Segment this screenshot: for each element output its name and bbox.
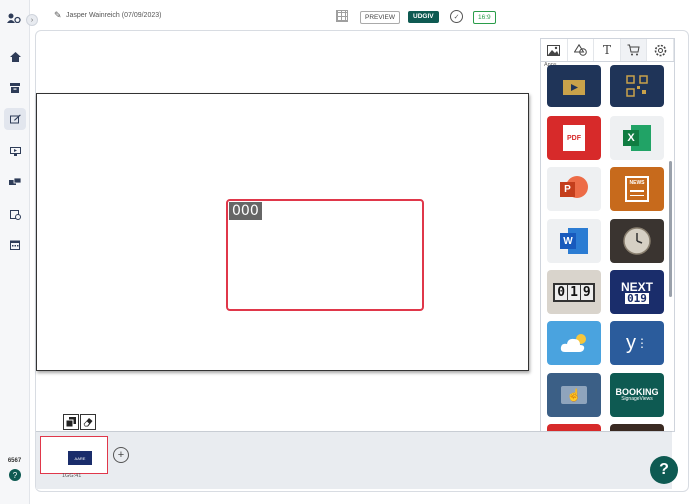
add-slide-button[interactable]: +	[113, 447, 129, 463]
pencil-icon[interactable]: ✎	[54, 10, 62, 21]
duplicate-icon[interactable]	[63, 414, 79, 430]
slide-thumbnail[interactable]: AARE	[40, 436, 108, 474]
timeline-tools	[63, 414, 96, 430]
grid-icon[interactable]	[336, 10, 348, 22]
calendar-icon[interactable]	[4, 234, 26, 256]
eraser-icon[interactable]	[80, 414, 96, 430]
panel-tabs: T	[541, 39, 674, 62]
weather-app[interactable]	[547, 321, 601, 365]
text-icon[interactable]: T	[594, 39, 621, 61]
slide-label: 1GG:41	[62, 473, 82, 479]
user-settings-icon[interactable]	[7, 12, 21, 26]
timeline-bar	[36, 431, 672, 489]
yammer-app[interactable]: y ⋮	[610, 321, 664, 365]
counter-app[interactable]: 0 1 9	[547, 270, 601, 314]
settings-icon[interactable]	[647, 39, 674, 61]
powerpoint-app[interactable]: P	[547, 167, 601, 211]
slide-canvas[interactable]: 000	[36, 93, 529, 371]
booking-app[interactable]: BOOKING SignageViews	[610, 373, 664, 417]
content-zone[interactable]: 000	[226, 199, 424, 311]
publish-button[interactable]: UDGIV	[408, 11, 439, 23]
screen-icon[interactable]	[4, 140, 26, 162]
help-icon[interactable]: ?	[9, 469, 21, 481]
clock-app[interactable]	[610, 219, 664, 263]
edit-display-icon[interactable]	[4, 108, 26, 130]
zone-label: 000	[229, 202, 262, 220]
archive-icon[interactable]	[4, 77, 26, 99]
cart-icon[interactable]	[620, 39, 648, 61]
right-panel: T Apps PDF X P NEWS	[540, 38, 675, 432]
aspect-ratio-button[interactable]: 16:9	[473, 11, 496, 24]
panel-scrollbar[interactable]	[669, 161, 672, 297]
page-title[interactable]: Jasper Wainreich (07/09/2023)	[66, 12, 161, 19]
pdf-app[interactable]: PDF	[547, 116, 601, 160]
image-icon[interactable]	[541, 39, 568, 61]
qr-app[interactable]	[610, 65, 664, 107]
shapes-icon[interactable]	[568, 39, 595, 61]
excel-app[interactable]: X	[610, 116, 664, 160]
word-app[interactable]: W	[547, 219, 601, 263]
next-app[interactable]: NEXT 019	[610, 270, 664, 314]
check-icon[interactable]: ✓	[450, 10, 463, 23]
video-app[interactable]	[547, 65, 601, 107]
devices-icon[interactable]	[4, 171, 26, 193]
preview-button[interactable]: PREVIEW	[360, 11, 400, 24]
top-bar: ✎ Jasper Wainreich (07/09/2023) PREVIEW …	[40, 0, 688, 34]
schedule-icon[interactable]	[4, 203, 26, 225]
help-button[interactable]: ?	[650, 456, 678, 484]
touch-app[interactable]: ☝	[547, 373, 601, 417]
home-icon[interactable]	[4, 46, 26, 68]
news-app[interactable]: NEWS	[610, 167, 664, 211]
thumbnail-content: AARE	[68, 451, 92, 465]
left-sidebar: 6567 ?	[0, 0, 30, 504]
collapse-sidebar-button[interactable]: ›	[26, 14, 38, 26]
version-number: 6567	[7, 458, 22, 464]
